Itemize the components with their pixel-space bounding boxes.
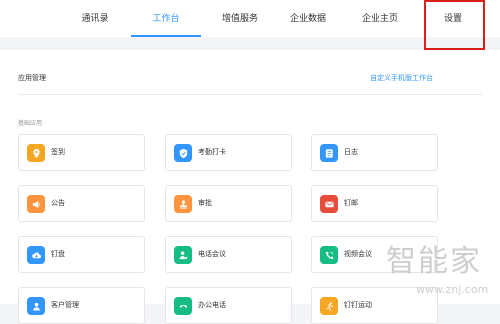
watermark-url: www.znj.com: [416, 283, 489, 296]
app-label: 审批: [198, 200, 212, 207]
app-card-ding-disk[interactable]: 钉盘: [18, 236, 145, 273]
app-label: 公告: [51, 200, 65, 207]
app-card-sign-in[interactable]: 签到: [18, 134, 145, 171]
app-label: 钉邮: [344, 200, 358, 207]
phone-person-icon: [174, 246, 192, 264]
app-card-approval[interactable]: 审批: [165, 185, 292, 222]
app-label: 钉钉运动: [344, 302, 372, 309]
mail-icon: [320, 195, 338, 213]
app-label: 日志: [344, 149, 358, 156]
cloud-icon: [27, 246, 45, 264]
tab-contacts[interactable]: 通讯录: [70, 0, 120, 35]
run-icon: [320, 297, 338, 315]
stamp-icon: [174, 195, 192, 213]
app-label: 电话会议: [198, 251, 226, 258]
location-pin-icon: [27, 144, 45, 162]
shield-check-icon: [174, 144, 192, 162]
tab-workbench[interactable]: 工作台: [131, 0, 201, 37]
video-call-icon: [320, 246, 338, 264]
watermark-text: 智能家: [386, 244, 482, 279]
notepad-icon: [320, 144, 338, 162]
tab-enterprise-homepage[interactable]: 企业主页: [350, 0, 410, 35]
app-card-ding-mail[interactable]: 钉邮: [311, 185, 438, 222]
section-label-basic-apps: 基础应用: [18, 121, 43, 127]
customize-mobile-workbench-link[interactable]: 自定义手机版工作台: [370, 73, 433, 83]
tab-enterprise-data[interactable]: 企业数据: [278, 0, 338, 35]
phone-icon: [174, 297, 192, 315]
app-label: 钉盘: [51, 251, 65, 258]
app-card-office-phone[interactable]: 办公电话: [165, 287, 292, 324]
divider: [18, 94, 482, 95]
app-label: 视频会议: [344, 251, 372, 258]
app-card-phone-conference[interactable]: 电话会议: [165, 236, 292, 273]
app-label: 办公电话: [198, 302, 226, 309]
settings-highlight-box: [424, 0, 485, 50]
app-card-customer-management[interactable]: 客户管理: [18, 287, 145, 324]
megaphone-icon: [27, 195, 45, 213]
app-label: 签到: [51, 149, 65, 156]
page-title: 应用管理: [18, 75, 46, 82]
app-label: 考勤打卡: [198, 149, 226, 156]
app-card-attendance[interactable]: 考勤打卡: [165, 134, 292, 171]
watermark: 智能家 www.znj.com: [386, 236, 500, 304]
app-label: 客户管理: [51, 302, 79, 309]
app-card-announcement[interactable]: 公告: [18, 185, 145, 222]
tab-value-added-services[interactable]: 增值服务: [210, 0, 270, 35]
app-card-log[interactable]: 日志: [311, 134, 438, 171]
user-icon: [27, 297, 45, 315]
